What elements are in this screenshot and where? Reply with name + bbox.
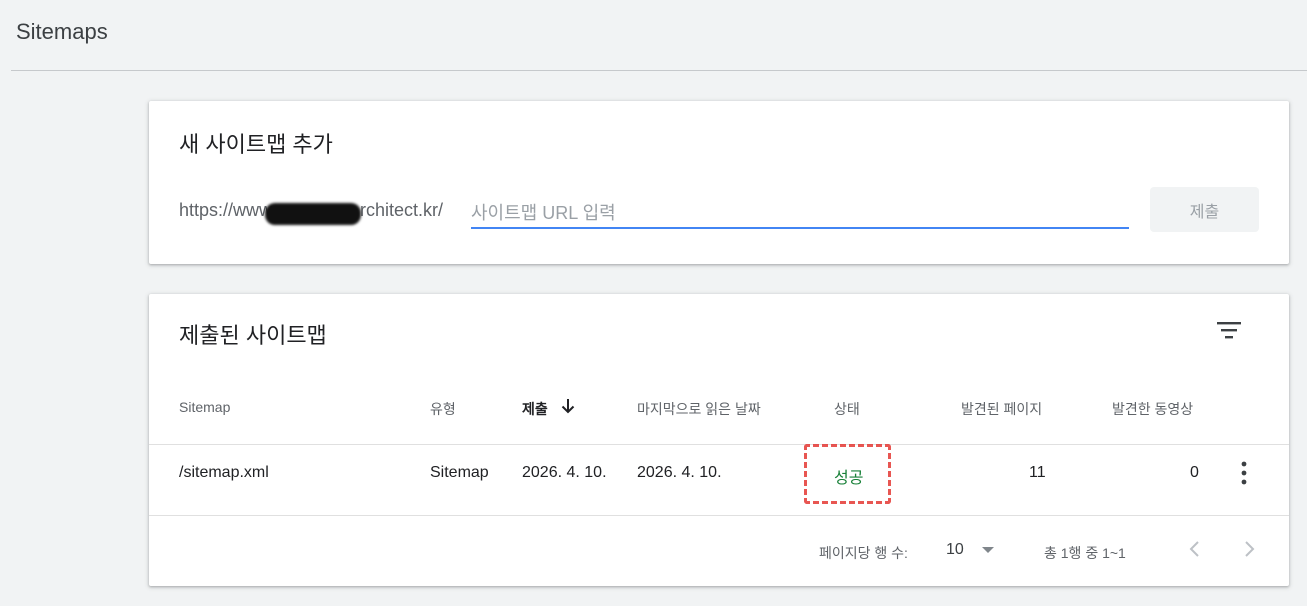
filter-icon[interactable]: [1216, 319, 1242, 341]
column-header-type[interactable]: 유형: [430, 399, 456, 419]
add-sitemap-card: 새 사이트맵 추가 https://www. rchitect.kr/ 제출: [149, 101, 1289, 264]
cell-discovered-pages: 11: [1029, 464, 1046, 481]
column-header-submitted[interactable]: 제출: [522, 399, 548, 419]
column-header-status[interactable]: 상태: [834, 399, 860, 419]
url-prefix-start: https://www.: [179, 200, 277, 220]
submit-button[interactable]: 제출: [1150, 187, 1259, 232]
column-header-last-read[interactable]: 마지막으로 읽은 날짜: [637, 399, 761, 419]
row-divider: [149, 515, 1289, 516]
highlight-annotation: [804, 444, 891, 504]
header-divider: [149, 444, 1289, 445]
chevron-right-icon[interactable]: [1239, 538, 1259, 560]
page-title: Sitemaps: [16, 19, 108, 44]
column-header-discovered-pages[interactable]: 발견된 페이지: [961, 399, 1042, 419]
arrow-down-icon[interactable]: [560, 397, 576, 415]
redacted-domain: [265, 203, 361, 225]
submitted-sitemaps-title: 제출된 사이트맵: [179, 323, 327, 348]
rows-per-page-select[interactable]: 10: [946, 539, 1002, 561]
column-header-discovered-videos[interactable]: 발견한 동영상: [1112, 399, 1193, 419]
dropdown-arrow-icon: [982, 547, 994, 553]
cell-discovered-videos: 0: [1190, 464, 1199, 481]
add-sitemap-title: 새 사이트맵 추가: [179, 132, 333, 157]
cell-sitemap: /sitemap.xml: [179, 464, 269, 481]
column-header-sitemap[interactable]: Sitemap: [179, 399, 230, 415]
page-header: Sitemaps: [11, 0, 1307, 71]
sitemap-url-input[interactable]: [471, 199, 1129, 229]
pagination-range: 총 1행 중 1~1: [1044, 545, 1126, 561]
chevron-left-icon[interactable]: [1185, 538, 1205, 560]
submitted-sitemaps-card: 제출된 사이트맵 Sitemap 유형 제출 마지막으로 읽은 날짜 상태 발견…: [149, 294, 1289, 586]
rows-per-page-value: 10: [946, 541, 964, 558]
cell-type: Sitemap: [430, 464, 489, 481]
url-prefix-end: rchitect.kr/: [360, 200, 444, 220]
more-options-icon[interactable]: [1233, 460, 1255, 486]
cell-submitted: 2026. 4. 10.: [522, 464, 607, 481]
cell-last-read: 2026. 4. 10.: [637, 464, 722, 481]
rows-per-page-label: 페이지당 행 수:: [819, 545, 908, 561]
